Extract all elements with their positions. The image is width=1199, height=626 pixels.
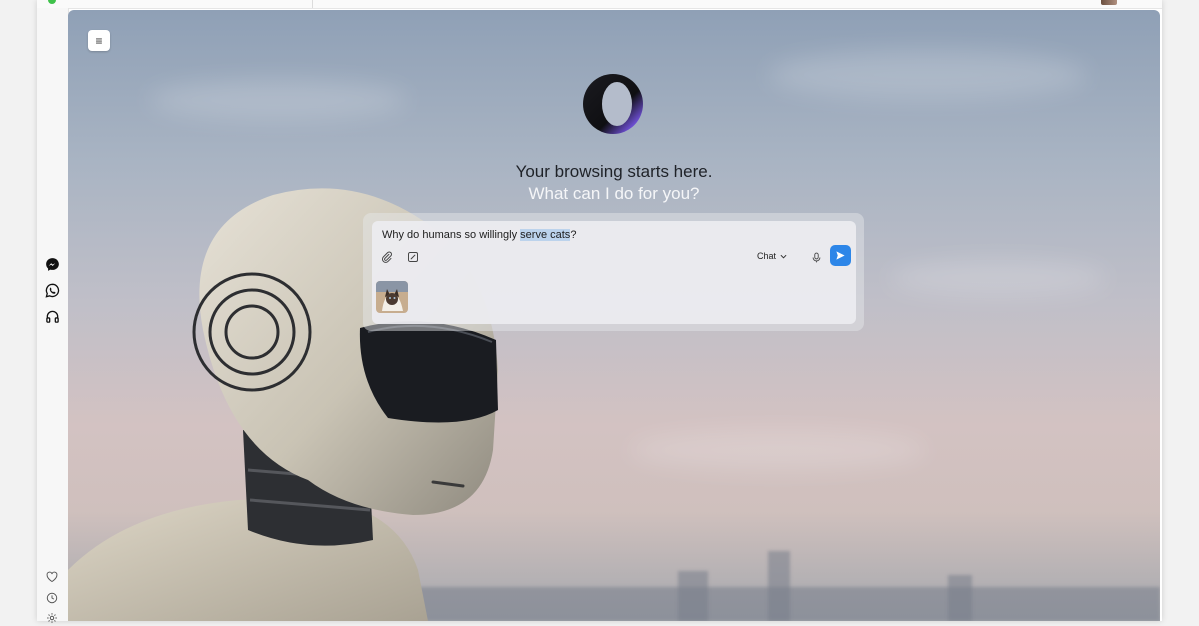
status-dot <box>48 0 56 4</box>
prompt-selection: serve cats <box>520 229 571 241</box>
cat-thumbnail <box>376 281 408 313</box>
edit-icon[interactable] <box>405 249 421 265</box>
prompt-text-end: ? <box>570 229 577 241</box>
microphone-icon[interactable] <box>808 249 824 265</box>
browser-logo <box>583 74 643 134</box>
profile-avatar[interactable] <box>1101 0 1117 5</box>
prompt-text: Why do humans so willingly <box>382 229 521 241</box>
send-icon <box>836 251 845 260</box>
headphones-icon[interactable] <box>42 306 62 326</box>
ai-composer: Why do humans so willingly serve cats? C… <box>372 221 856 324</box>
paperclip-icon[interactable] <box>379 249 395 265</box>
mode-dropdown[interactable]: Chat <box>757 251 787 261</box>
whatsapp-icon[interactable] <box>42 280 62 300</box>
messenger-icon[interactable] <box>42 254 62 274</box>
image-attachment[interactable] <box>376 281 408 313</box>
mode-label: Chat <box>757 251 777 261</box>
subline: What can I do for you? <box>528 184 700 203</box>
menu-icon: ≡ <box>95 33 103 48</box>
clock-icon[interactable] <box>44 590 60 606</box>
start-page: ≡ Your browsing starts here. What can I … <box>68 10 1160 621</box>
tab-divider <box>312 0 313 8</box>
heart-icon[interactable] <box>44 569 60 585</box>
gear-icon[interactable] <box>44 610 60 626</box>
headline: Your browsing starts here. <box>515 162 713 181</box>
tab-strip <box>37 0 1162 9</box>
send-button[interactable] <box>830 245 851 266</box>
menu-button[interactable]: ≡ <box>88 30 110 51</box>
chevron-down-icon <box>780 254 787 259</box>
prompt-input[interactable]: Why do humans so willingly serve cats? <box>382 229 576 241</box>
sidebar <box>37 8 69 623</box>
